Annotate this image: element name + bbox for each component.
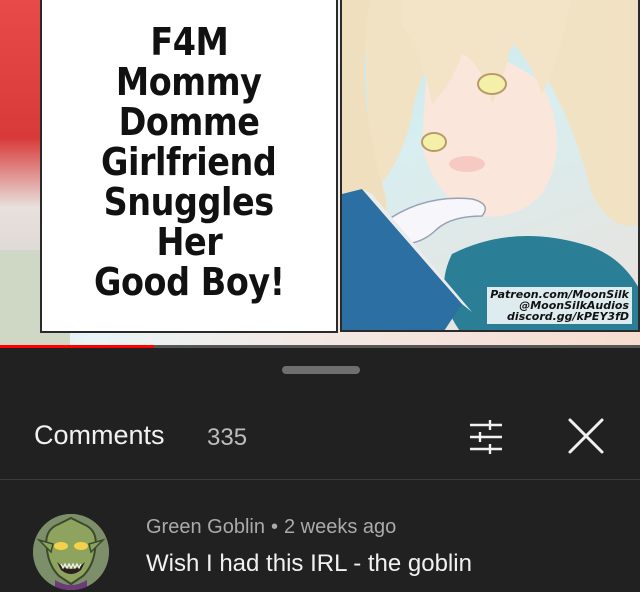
thumbnail-title-line: Girlfriend <box>101 139 277 184</box>
video-player[interactable]: F4M Mommy Domme Girlfriend Snuggles Her … <box>0 0 640 345</box>
comments-title: Comments <box>34 420 165 450</box>
comment-author[interactable]: Green Goblin <box>146 516 265 538</box>
avatar[interactable] <box>33 514 109 590</box>
close-comments-button[interactable] <box>560 410 612 462</box>
comment-time: 2 weeks ago <box>283 516 397 538</box>
anime-illustration: Patreon.com/MoonSilk @MoonSilkAudios dis… <box>340 0 640 332</box>
thumbnail-title-line: F4M <box>149 19 229 64</box>
thumbnail-title-line: Snuggles <box>103 179 275 224</box>
thumbnail-title-line: Her <box>156 219 222 264</box>
anime-character-illustration <box>342 0 638 330</box>
meta-separator: • <box>270 516 278 538</box>
drag-handle[interactable] <box>282 366 360 374</box>
sort-filter-icon <box>470 420 502 454</box>
comment-meta: Green Goblin • 2 weeks ago <box>146 516 396 539</box>
comments-count: 335 <box>207 424 248 451</box>
thumbnail-title-line: Domme <box>118 99 260 144</box>
comments-header: Comments 335 <box>0 400 640 474</box>
thumbnail-title-line: Mommy <box>116 59 262 104</box>
thumbnail-title-line: Good Boy! <box>93 259 285 304</box>
comment-item[interactable]: Green Goblin • 2 weeks ago Wish I had this… <box>0 498 640 592</box>
channel-credits: Patreon.com/MoonSilk @MoonSilkAudios dis… <box>487 287 632 324</box>
goblin-avatar <box>33 514 109 590</box>
comments-sheet: Comments 335 Green Goblin • 2 weeks ago … <box>0 348 640 592</box>
thumbnail-title-panel: F4M Mommy Domme Girlfriend Snuggles Her … <box>40 0 338 333</box>
comment-text: Wish I had this IRL - the goblin <box>146 550 472 577</box>
sort-comments-button[interactable] <box>459 412 513 462</box>
credit-discord: discord.gg/kPEY3fD <box>507 310 629 323</box>
header-divider <box>0 479 640 480</box>
close-icon <box>568 418 604 454</box>
